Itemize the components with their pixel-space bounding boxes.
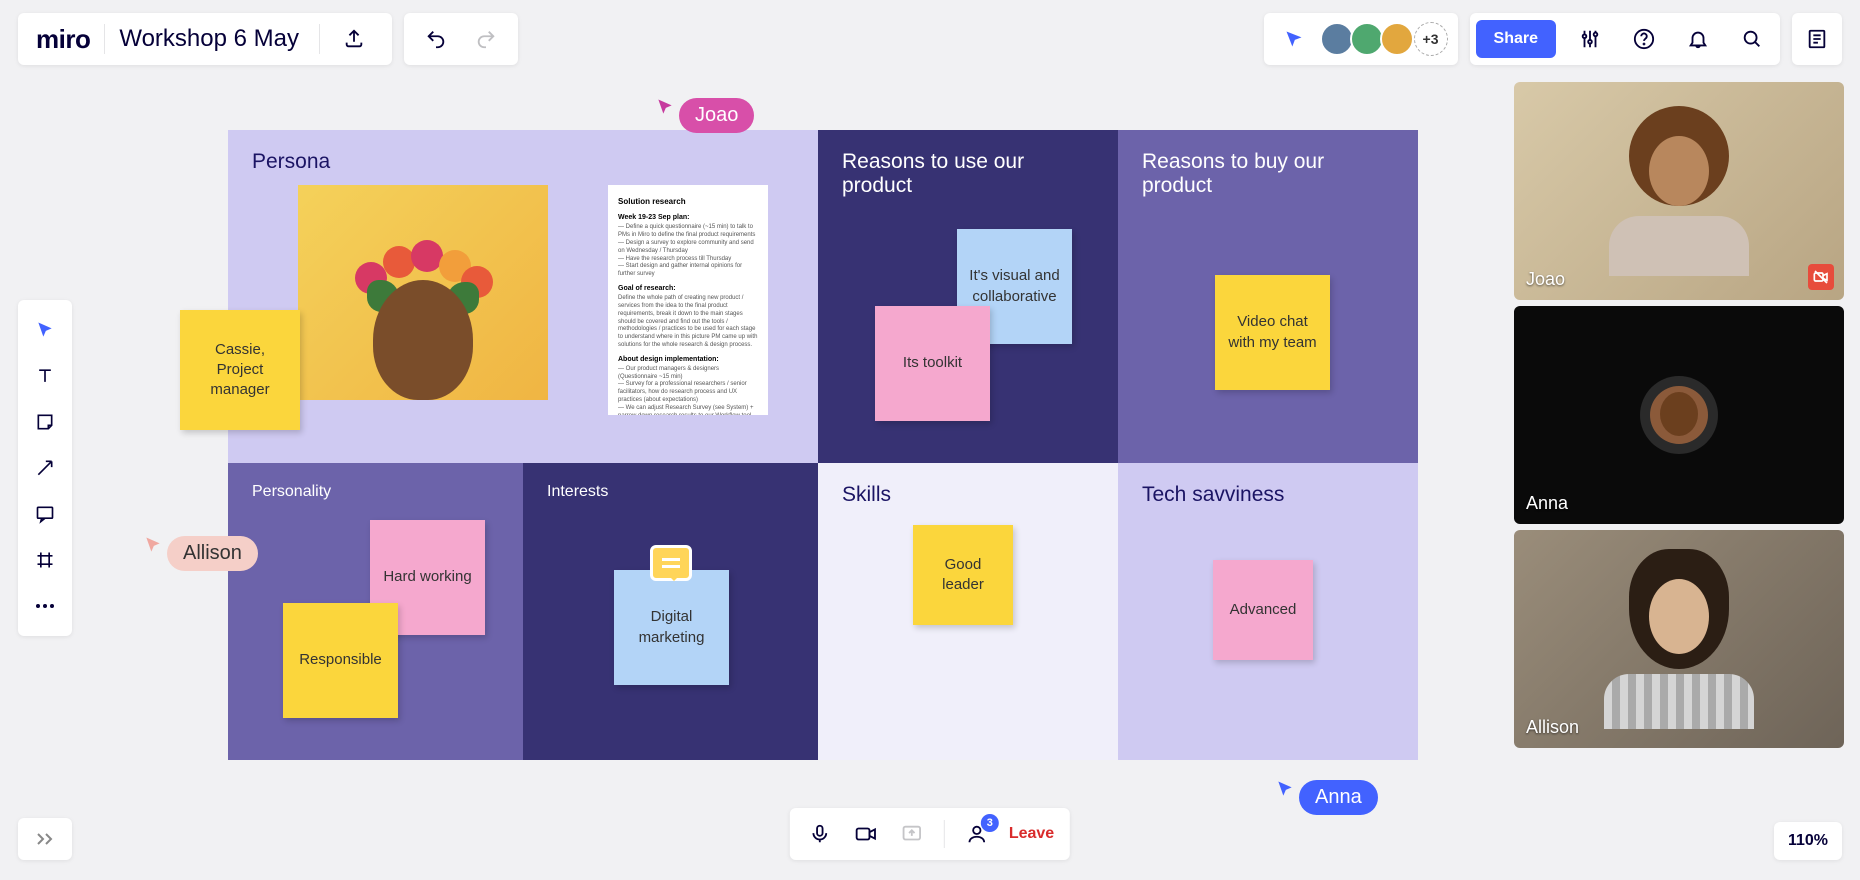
participants-count: 3 bbox=[981, 814, 999, 832]
divider bbox=[944, 820, 945, 848]
share-button[interactable]: Share bbox=[1476, 20, 1556, 58]
sticky-videochat[interactable]: Video chat with my team bbox=[1215, 275, 1330, 390]
expand-panel-icon[interactable] bbox=[18, 818, 72, 860]
board-title[interactable]: Workshop 6 May bbox=[119, 25, 305, 53]
comment-tool[interactable] bbox=[23, 494, 67, 534]
actions-bar: Share bbox=[1470, 13, 1780, 65]
cursor-mode-icon[interactable] bbox=[1274, 19, 1314, 59]
mic-icon[interactable] bbox=[806, 820, 834, 848]
frame-title: Personality bbox=[252, 483, 499, 501]
call-controls: 3 Leave bbox=[790, 808, 1070, 860]
frame-title: Tech savviness bbox=[1142, 483, 1394, 507]
undo-icon[interactable] bbox=[416, 19, 456, 59]
video-tile-allison[interactable]: Allison bbox=[1514, 530, 1844, 748]
camera-off-icon bbox=[1808, 264, 1834, 290]
more-tools[interactable] bbox=[23, 586, 67, 626]
frame-title: Reasons to buy our product bbox=[1142, 150, 1394, 198]
text-tool[interactable] bbox=[23, 356, 67, 396]
camera-icon[interactable] bbox=[852, 820, 880, 848]
select-tool[interactable] bbox=[23, 310, 67, 350]
frame-title: Interests bbox=[547, 483, 794, 501]
history-controls bbox=[404, 13, 518, 65]
sticky-toolkit[interactable]: Its toolkit bbox=[875, 306, 990, 421]
comment-icon[interactable] bbox=[650, 545, 692, 581]
screenshare-icon[interactable] bbox=[898, 820, 926, 848]
presence-bar: +3 bbox=[1264, 13, 1458, 65]
persona-image[interactable] bbox=[298, 185, 548, 400]
sticky-leader[interactable]: Good leader bbox=[913, 525, 1013, 625]
extra-users-count[interactable]: +3 bbox=[1414, 22, 1448, 56]
leave-button[interactable]: Leave bbox=[1009, 825, 1054, 843]
user-avatar-2[interactable] bbox=[1350, 22, 1384, 56]
miro-logo[interactable]: miro bbox=[36, 24, 90, 55]
canvas[interactable]: Persona Solution research Week 19-23 Sep… bbox=[228, 130, 1418, 760]
board-header: miro Workshop 6 May bbox=[18, 13, 392, 65]
arrow-tool[interactable] bbox=[23, 448, 67, 488]
video-tile-anna[interactable]: Anna bbox=[1514, 306, 1844, 524]
notifications-icon[interactable] bbox=[1678, 19, 1718, 59]
export-icon[interactable] bbox=[334, 19, 374, 59]
notes-panel-toggle[interactable] bbox=[1792, 13, 1842, 65]
sticky-responsible[interactable]: Responsible bbox=[283, 603, 398, 718]
frame-title: Skills bbox=[842, 483, 1094, 507]
video-tile-joao[interactable]: Joao bbox=[1514, 82, 1844, 300]
divider bbox=[319, 24, 320, 54]
user-avatar-1[interactable] bbox=[1320, 22, 1354, 56]
search-icon[interactable] bbox=[1732, 19, 1772, 59]
frame-persona[interactable]: Persona Solution research Week 19-23 Sep… bbox=[228, 130, 818, 463]
cursor-joao: Joao bbox=[655, 80, 754, 133]
redo-icon[interactable] bbox=[466, 19, 506, 59]
user-avatar-3[interactable] bbox=[1380, 22, 1414, 56]
settings-icon[interactable] bbox=[1570, 19, 1610, 59]
frame-tool[interactable] bbox=[23, 540, 67, 580]
help-icon[interactable] bbox=[1624, 19, 1664, 59]
sticky-cassie[interactable]: Cassie, Project manager bbox=[180, 310, 300, 430]
toolbar bbox=[18, 300, 72, 636]
frame-title: Reasons to use our product bbox=[842, 150, 1094, 198]
sticky-note-tool[interactable] bbox=[23, 402, 67, 442]
cursor-anna: Anna bbox=[1275, 762, 1378, 815]
cursor-allison: Allison bbox=[143, 518, 258, 571]
research-doc[interactable]: Solution research Week 19-23 Sep plan: —… bbox=[608, 185, 768, 415]
divider bbox=[104, 24, 105, 54]
zoom-level[interactable]: 110% bbox=[1774, 822, 1842, 860]
sticky-advanced[interactable]: Advanced bbox=[1213, 560, 1313, 660]
participants-icon[interactable]: 3 bbox=[963, 820, 991, 848]
video-panel: Joao Anna Allison bbox=[1514, 82, 1844, 748]
frame-title: Persona bbox=[252, 150, 794, 174]
